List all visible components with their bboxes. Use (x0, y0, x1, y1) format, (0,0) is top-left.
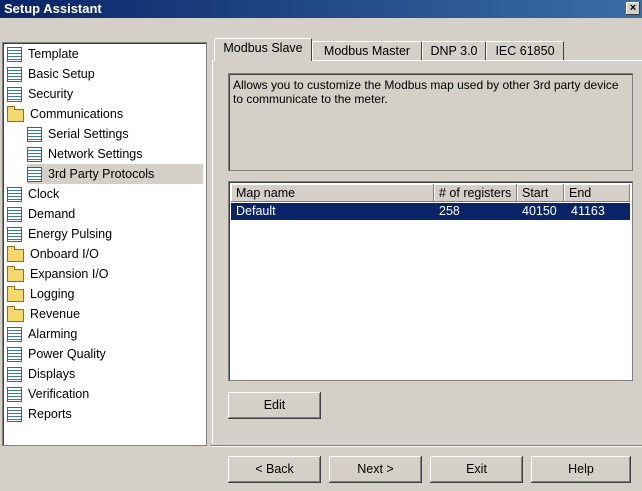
document-icon (7, 227, 22, 243)
back-button[interactable]: < Back (228, 456, 321, 483)
tree-item-onboard-io[interactable]: Onboard I/O (7, 244, 203, 264)
document-icon (7, 367, 22, 383)
tree-item-network-settings[interactable]: Network Settings (27, 144, 203, 164)
tree-item-serial-settings[interactable]: Serial Settings (27, 124, 203, 144)
divider (210, 445, 642, 447)
tree-item-security[interactable]: Security (7, 84, 203, 104)
tree-item-expansion-io[interactable]: Expansion I/O (7, 264, 203, 284)
document-icon (7, 67, 22, 83)
navigation-tree[interactable]: Template Basic Setup Security Communicat… (2, 42, 207, 446)
help-button[interactable]: Help (531, 456, 631, 483)
document-icon (7, 187, 22, 203)
cell-registers: 258 (439, 204, 460, 218)
tree-item-communications[interactable]: Communications (7, 104, 203, 124)
tab-iec-61850[interactable]: IEC 61850 (486, 41, 564, 61)
folder-icon (7, 266, 24, 283)
tree-item-template[interactable]: Template (7, 44, 203, 64)
document-icon (27, 147, 42, 163)
tree-item-power-quality[interactable]: Power Quality (7, 344, 203, 364)
tree-item-verification[interactable]: Verification (7, 384, 203, 404)
edit-button[interactable]: Edit (228, 392, 321, 419)
tab-dnp3[interactable]: DNP 3.0 (422, 41, 486, 61)
document-icon (27, 127, 42, 143)
exit-button[interactable]: Exit (430, 456, 523, 483)
tree-item-basic-setup[interactable]: Basic Setup (7, 64, 203, 84)
folder-icon (7, 306, 24, 323)
window-title: Setup Assistant (4, 1, 102, 16)
close-icon: × (629, 2, 637, 14)
tree-item-energy-pulsing[interactable]: Energy Pulsing (7, 224, 203, 244)
tree-item-demand[interactable]: Demand (7, 204, 203, 224)
document-icon (7, 387, 22, 403)
tab-modbus-master[interactable]: Modbus Master (312, 41, 422, 61)
tree-item-clock[interactable]: Clock (7, 184, 203, 204)
close-button[interactable]: × (626, 2, 640, 15)
title-bar: Setup Assistant × (0, 0, 642, 18)
description-box: Allows you to customize the Modbus map u… (228, 73, 633, 171)
column-header-start[interactable]: Start (517, 184, 564, 202)
tab-modbus-slave[interactable]: Modbus Slave (214, 38, 312, 61)
tree-item-reports[interactable]: Reports (7, 404, 203, 424)
next-button[interactable]: Next > (329, 456, 422, 483)
tree-item-logging[interactable]: Logging (7, 284, 203, 304)
column-header-map-name[interactable]: Map name (231, 184, 434, 202)
column-header-end[interactable]: End (564, 184, 630, 202)
tree-item-3rd-party-protocols[interactable]: 3rd Party Protocols (27, 164, 203, 184)
tree-item-revenue[interactable]: Revenue (7, 304, 203, 324)
document-icon (7, 407, 22, 423)
description-text: Allows you to customize the Modbus map u… (233, 78, 619, 106)
document-icon (7, 347, 22, 363)
document-icon (7, 207, 22, 223)
document-icon (7, 47, 22, 63)
modbus-map-list[interactable]: Map name # of registers Start End Defaul… (228, 181, 633, 381)
document-icon (7, 87, 22, 103)
table-row[interactable]: Default 258 40150 41163 (231, 203, 630, 220)
folder-icon (7, 106, 24, 123)
column-header-registers[interactable]: # of registers (434, 184, 517, 202)
cell-map-name: Default (236, 204, 276, 218)
document-icon (27, 167, 42, 183)
folder-icon (7, 246, 24, 263)
tree-item-displays[interactable]: Displays (7, 364, 203, 384)
folder-icon (7, 286, 24, 303)
document-icon (7, 327, 22, 343)
cell-start: 40150 (522, 204, 557, 218)
cell-end: 41163 (571, 204, 605, 218)
tree-item-alarming[interactable]: Alarming (7, 324, 203, 344)
